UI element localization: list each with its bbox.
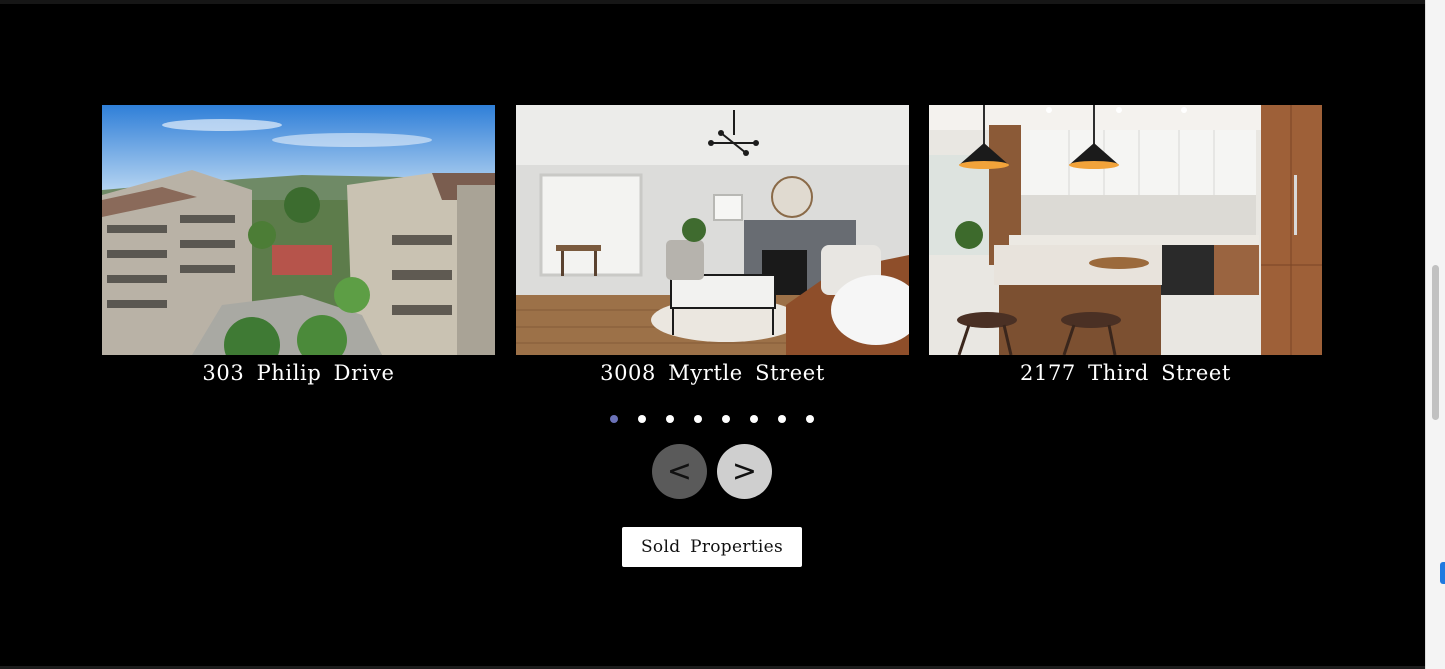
pagination-dot-6[interactable]	[750, 415, 758, 423]
property-card-2[interactable]: 3008 Myrtle Street	[516, 105, 909, 386]
property-address[interactable]: 2177 Third Street	[929, 360, 1322, 386]
pagination-dot-1[interactable]	[610, 415, 618, 423]
property-address[interactable]: 3008 Myrtle Street	[516, 360, 909, 386]
page: 303 Philip Drive 3008 Myrtle Street 2177…	[0, 0, 1445, 669]
property-card-1[interactable]: 303 Philip Drive	[102, 105, 495, 386]
carousel-pagination	[610, 415, 814, 423]
property-address[interactable]: 303 Philip Drive	[102, 360, 495, 386]
side-tab-indicator	[1440, 562, 1445, 584]
property-card-3[interactable]: 2177 Third Street	[929, 105, 1322, 386]
pagination-dot-4[interactable]	[694, 415, 702, 423]
pagination-dot-3[interactable]	[666, 415, 674, 423]
chevron-right-icon: >	[731, 454, 758, 489]
carousel-prev-button[interactable]: <	[652, 444, 707, 499]
property-photo-third-street[interactable]	[929, 105, 1322, 355]
top-divider	[0, 0, 1425, 4]
pagination-dot-8[interactable]	[806, 415, 814, 423]
property-photo-myrtle-street[interactable]	[516, 105, 909, 355]
scrollbar-thumb[interactable]	[1432, 265, 1439, 420]
sold-properties-button[interactable]: Sold Properties	[622, 527, 802, 567]
carousel-next-button[interactable]: >	[717, 444, 772, 499]
chevron-left-icon: <	[666, 454, 693, 489]
pagination-dot-2[interactable]	[638, 415, 646, 423]
pagination-dot-5[interactable]	[722, 415, 730, 423]
pagination-dot-7[interactable]	[778, 415, 786, 423]
property-photo-philip-drive[interactable]	[102, 105, 495, 355]
